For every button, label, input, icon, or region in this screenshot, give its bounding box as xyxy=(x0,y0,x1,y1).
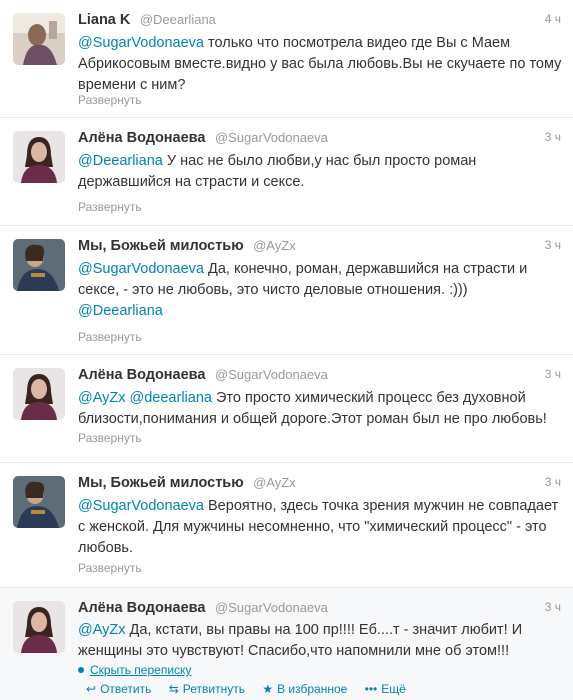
expand-link[interactable]: Развернуть xyxy=(78,330,142,344)
avatar[interactable] xyxy=(13,476,65,528)
author-name[interactable]: Алёна Водонаева xyxy=(78,367,205,383)
timestamp[interactable]: 3 ч xyxy=(545,367,561,381)
tweet-text: @Deearliana У нас не было любви,у нас бы… xyxy=(78,151,562,193)
mention-link[interactable]: @AyZx xyxy=(78,622,126,638)
timestamp[interactable]: 3 ч xyxy=(545,475,561,489)
mention-link[interactable]: @SugarVodonaeva xyxy=(78,498,204,514)
more-button[interactable]: ••• Ещё xyxy=(365,682,406,696)
reply-icon: ↩ xyxy=(86,682,97,696)
alena-avatar-icon xyxy=(13,601,65,653)
avatar[interactable] xyxy=(13,239,65,291)
author-handle[interactable]: @SugarVodonaeva xyxy=(215,367,328,382)
mention-link[interactable]: @AyZx @deearliana xyxy=(78,390,212,406)
author-name[interactable]: Алёна Водонаева xyxy=(78,130,205,146)
author-name[interactable]: Мы, Божьей милостью xyxy=(78,238,244,254)
expand-link[interactable]: Развернуть xyxy=(78,431,142,445)
author-handle[interactable]: @SugarVodonaeva xyxy=(215,600,328,615)
avatar[interactable] xyxy=(13,368,65,420)
more-dots-icon: ••• xyxy=(364,682,378,696)
author-handle[interactable]: @AyZx xyxy=(253,475,296,490)
emperor-avatar-icon xyxy=(13,476,65,528)
tweet[interactable]: Liana K @Deearliana 4 ч @SugarVodonaeva … xyxy=(0,0,573,118)
tweet-header: Liana K @Deearliana 4 ч xyxy=(78,11,561,31)
author-name[interactable]: Алёна Водонаева xyxy=(78,600,205,616)
emperor-avatar-icon xyxy=(13,239,65,291)
star-icon: ★ xyxy=(262,682,274,696)
tweet-text: @SugarVodonaeva Да, конечно, роман, держ… xyxy=(78,259,562,322)
reply-button[interactable]: ↩ Ответить xyxy=(86,682,151,696)
tweet-text: @SugarVodonaeva Вероятно, здесь точка зр… xyxy=(78,496,562,559)
timestamp[interactable]: 4 ч xyxy=(545,12,561,26)
avatar[interactable] xyxy=(13,13,65,65)
avatar[interactable] xyxy=(13,131,65,183)
favorite-button[interactable]: ★ В избранное xyxy=(262,682,347,696)
tweet-header: Алёна Водонаева @SugarVodonaeva 3 ч xyxy=(78,366,561,386)
timestamp[interactable]: 3 ч xyxy=(545,600,561,614)
tweet[interactable]: Алёна Водонаева @SugarVodonaeva 3 ч @AyZ… xyxy=(0,588,573,700)
tweet-header: Мы, Божьей милостью @AyZx 3 ч xyxy=(78,237,561,257)
author-handle[interactable]: @AyZx xyxy=(253,238,296,253)
tweet-text: @AyZx @deearliana Это просто химический … xyxy=(78,388,562,430)
tweet[interactable]: Мы, Божьей милостью @AyZx 3 ч @SugarVodo… xyxy=(0,226,573,355)
tweet[interactable]: Мы, Божьей милостью @AyZx 3 ч @SugarVodo… xyxy=(0,463,573,588)
tweet-body: Да, кстати, вы правы на 100 пр!!!! Еб...… xyxy=(78,622,523,659)
retweet-button[interactable]: ⇆ Ретвитнуть xyxy=(169,682,245,696)
author-handle[interactable]: @Deearliana xyxy=(140,12,216,27)
author-name[interactable]: Liana K xyxy=(78,12,130,28)
author-name[interactable]: Мы, Божьей милостью xyxy=(78,475,244,491)
retweet-icon: ⇆ xyxy=(168,682,179,696)
alena-avatar-icon xyxy=(13,368,65,420)
timestamp[interactable]: 3 ч xyxy=(545,238,561,252)
tweet-text: @AyZx Да, кстати, вы правы на 100 пр!!!!… xyxy=(78,620,562,662)
tweet-header: Мы, Божьей милостью @AyZx 3 ч xyxy=(78,474,561,494)
mention-link[interactable]: @SugarVodonaeva xyxy=(78,35,204,51)
tweet-text: @SugarVodonaeva только что посмотрела ви… xyxy=(78,33,562,96)
expand-link[interactable]: Развернуть xyxy=(78,561,142,575)
tweet-header: Алёна Водонаева @SugarVodonaeva 3 ч xyxy=(78,129,561,149)
timestamp[interactable]: 3 ч xyxy=(545,130,561,144)
mention-link[interactable]: @SugarVodonaeva xyxy=(78,261,204,277)
tweet-feed: Liana K @Deearliana 4 ч @SugarVodonaeva … xyxy=(0,0,573,700)
liana-avatar-icon xyxy=(13,13,65,65)
author-handle[interactable]: @SugarVodonaeva xyxy=(215,130,328,145)
conversation-dot-icon xyxy=(78,667,84,673)
tweet-actions: ↩ Ответить ⇆ Ретвитнуть ★ В избранное ••• Ещ… xyxy=(86,682,420,696)
tweet-header: Алёна Водонаева @SugarVodonaeva 3 ч xyxy=(78,599,561,619)
expand-link[interactable]: Развернуть xyxy=(78,93,142,107)
expand-link[interactable]: Развернуть xyxy=(78,200,142,214)
mention-link[interactable]: @Deearliana xyxy=(78,153,163,169)
hide-conversation-link[interactable]: Скрыть переписку xyxy=(78,663,191,677)
mention-link[interactable]: @Deearliana xyxy=(78,303,163,319)
avatar[interactable] xyxy=(13,601,65,653)
tweet[interactable]: Алёна Водонаева @SugarVodonaeva 3 ч @Dee… xyxy=(0,118,573,226)
alena-avatar-icon xyxy=(13,131,65,183)
tweet[interactable]: Алёна Водонаева @SugarVodonaeva 3 ч @AyZ… xyxy=(0,355,573,463)
